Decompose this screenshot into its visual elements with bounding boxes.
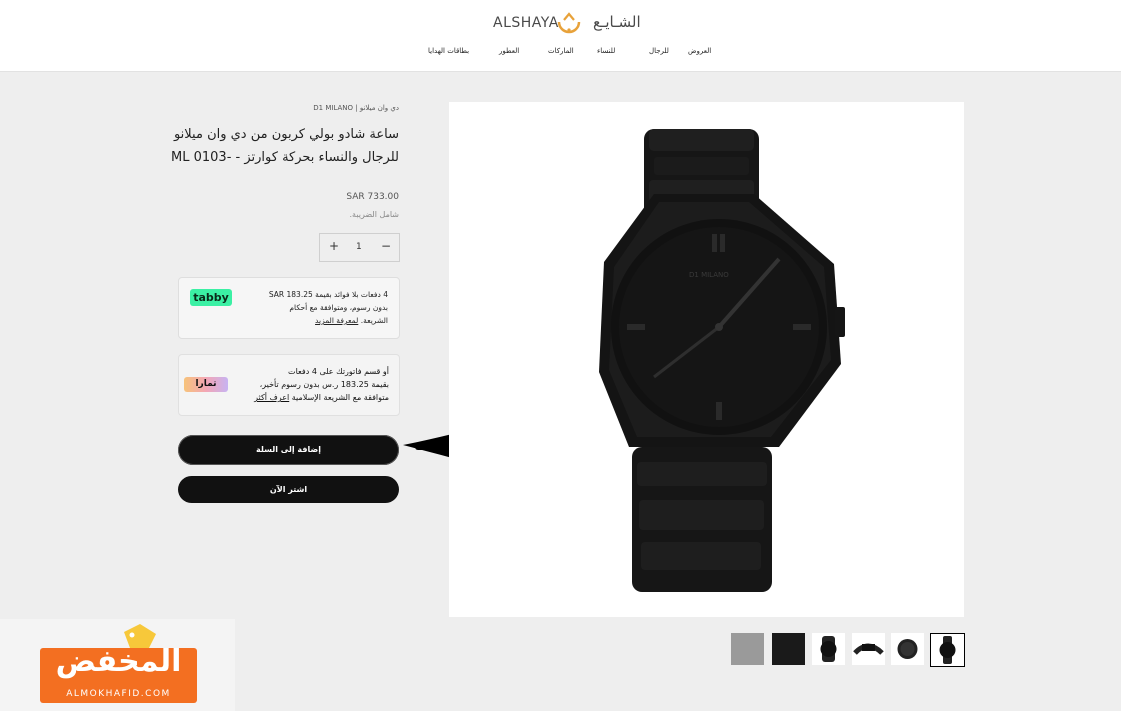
tamara-line-1: أو قسم فاتورتك على 4 دفعات [288, 367, 389, 376]
tabby-logo: tabby [190, 289, 232, 306]
product-title: ساعة شادو بولي كربون من دي وان ميلانو لل… [171, 127, 399, 165]
add-to-cart-button[interactable]: إضافة إلى السلة [178, 435, 399, 465]
qty-plus-button[interactable]: + [329, 239, 339, 253]
nav-item-women[interactable]: للنساء [597, 47, 615, 55]
qty-value[interactable]: 1 [356, 242, 362, 252]
tabby-widget: tabby 4 دفعات بلا فوائد بقيمة SAR 183.25… [178, 277, 400, 339]
dial-brand-text: D1 MILANO [689, 271, 729, 279]
alshaya-logo[interactable]: ALSHAYA الشـايـع [490, 8, 660, 36]
tamara-logo: تمارا [184, 377, 228, 392]
nav-item-fragrances[interactable]: العطور [499, 47, 519, 55]
product-price: SAR 733.00 [346, 192, 399, 202]
tamara-learn-more-link[interactable]: اعرف أكثر [254, 393, 289, 402]
main-nav: العروض للرجال للنساء الماركات العطور بطا… [0, 47, 1121, 61]
nav-item-brands[interactable]: الماركات [548, 47, 574, 55]
nav-item-gift-cards[interactable]: بطاقات الهدايا [428, 47, 469, 55]
tabby-text: 4 دفعات بلا فوائد بقيمة SAR 183.25 بدون … [248, 288, 388, 327]
watermark-url: ALMOKHAFID.COM [66, 689, 171, 699]
site-header: ALSHAYA الشـايـع العروض للرجال للنساء ال… [0, 0, 1121, 72]
quantity-stepper: + 1 − [319, 233, 400, 262]
product-image[interactable]: D1 MILANO [449, 102, 964, 617]
thumbnail-2[interactable] [772, 633, 805, 665]
tabby-line-1: 4 دفعات بلا فوائد بقيمة SAR 183.25 [268, 290, 388, 299]
thumbnail-6-selected[interactable] [930, 633, 965, 667]
nav-item-offers[interactable]: العروض [688, 47, 711, 55]
nav-item-men[interactable]: للرجال [649, 47, 669, 55]
thumbnail-5[interactable] [891, 633, 924, 665]
tamara-line-3: متوافقة مع الشريعة الإسلامية [291, 393, 389, 402]
tamara-line-2: بقيمة 183.25 ر.س بدون رسوم تأخير، [259, 380, 389, 389]
watch-image: D1 MILANO [599, 129, 845, 592]
tabby-line-2: بدون رسوم، ومتوافقة مع أحكام [289, 303, 388, 312]
tamara-text: أو قسم فاتورتك على 4 دفعات بقيمة 183.25 … [239, 365, 389, 404]
tabby-learn-more-link[interactable]: لمعرفة المزيد [315, 316, 358, 325]
thumbnail-3[interactable] [812, 633, 845, 665]
watermark-arabic: المخفض [55, 644, 182, 679]
thumbnail-4[interactable] [852, 633, 885, 665]
product-brand[interactable]: دي وان ميلانو | D1 MILANO [99, 104, 399, 112]
tax-note: شامل الضريبة. [349, 210, 399, 219]
tabby-line-3: الشريعة. [360, 316, 388, 325]
buy-now-button[interactable]: اشتر الآن [178, 476, 399, 503]
thumbnail-1[interactable] [731, 633, 764, 665]
logo-crown-icon [557, 12, 581, 34]
qty-minus-button[interactable]: − [381, 239, 391, 253]
tamara-widget: تمارا أو قسم فاتورتك على 4 دفعات بقيمة 1… [178, 354, 400, 416]
logo-text-en: ALSHAYA [493, 15, 559, 31]
logo-text-ar: الشـايـع [593, 13, 641, 31]
